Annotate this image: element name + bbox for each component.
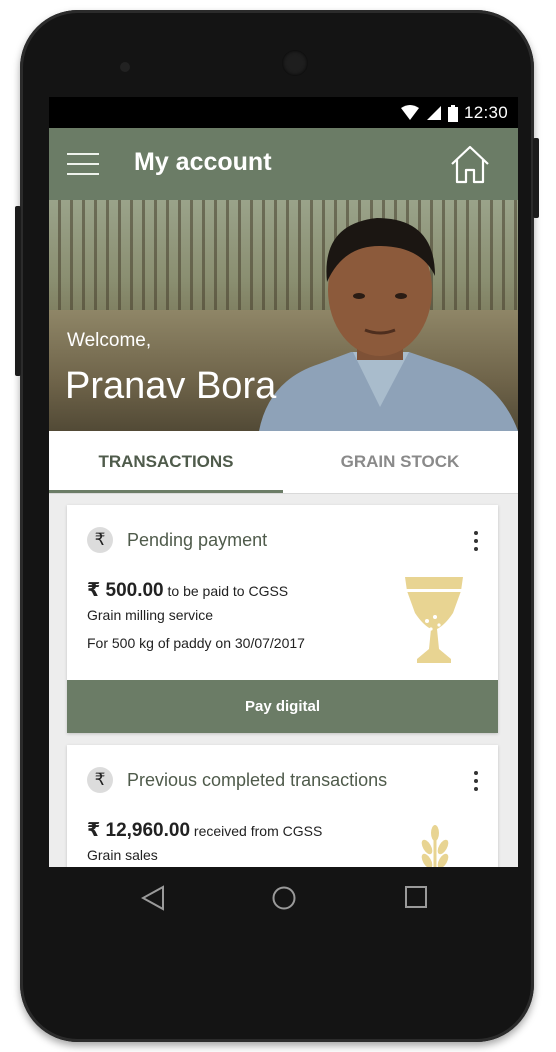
back-triangle-icon[interactable] — [141, 885, 165, 911]
home-circle-icon[interactable] — [271, 885, 297, 911]
pending-amount-line: ₹ 500.00 to be paid to CGSS — [87, 579, 288, 602]
completed-transactions-card: ₹ Previous completed transactions ₹ 12,9… — [67, 745, 498, 867]
user-name: Pranav Bora — [65, 365, 277, 407]
signal-icon — [426, 106, 441, 120]
more-options-icon[interactable] — [472, 531, 480, 555]
completed-card-header: ₹ Previous completed transactions — [87, 767, 387, 793]
pending-amount-suffix: to be paid to CGSS — [167, 583, 289, 599]
pay-digital-button[interactable]: Pay digital — [67, 680, 498, 733]
pending-card-header: ₹ Pending payment — [87, 527, 267, 553]
front-camera — [282, 50, 308, 76]
status-icons: 12:30 — [400, 103, 508, 123]
more-options-icon[interactable] — [472, 771, 480, 795]
completed-amount: ₹ 12,960.00 — [87, 820, 191, 841]
side-button-left — [15, 206, 21, 376]
tab-grain-stock[interactable]: GRAIN STOCK — [283, 431, 517, 493]
battery-icon — [447, 104, 458, 122]
completed-category: Grain sales — [87, 847, 158, 863]
pending-card-title: Pending payment — [127, 529, 268, 550]
wifi-icon — [400, 105, 419, 120]
completed-amount-suffix: received from CGSS — [193, 823, 323, 839]
grain-mill-icon — [405, 577, 463, 663]
pending-payment-card: ₹ Pending payment ₹ 500.00 to be paid to… — [67, 505, 498, 733]
completed-amount-line: ₹ 12,960.00 received from CGSS — [87, 819, 322, 842]
pending-amount: ₹ 500.00 — [87, 580, 164, 601]
page-title: My account — [134, 148, 272, 176]
welcome-label: Welcome, — [67, 330, 152, 351]
welcome-banner: Welcome, Pranav Bora — [49, 200, 518, 431]
screen: 12:30 My account Welcome, Pranav Bora TR… — [49, 97, 518, 867]
pending-detail: For 500 kg of paddy on 30/07/2017 — [87, 635, 305, 651]
tab-active-indicator — [49, 490, 283, 493]
system-navigation-bar — [49, 867, 518, 929]
tab-bar: TRANSACTIONS GRAIN STOCK — [49, 431, 518, 494]
rupee-icon: ₹ — [87, 767, 113, 793]
wheat-icon — [421, 825, 449, 867]
hamburger-menu-icon[interactable] — [67, 153, 99, 175]
completed-card-title: Previous completed transactions — [127, 769, 388, 790]
front-sensor — [120, 62, 130, 72]
tab-transactions[interactable]: TRANSACTIONS — [49, 431, 283, 493]
home-icon[interactable] — [448, 142, 492, 186]
pending-service: Grain milling service — [87, 607, 214, 623]
recents-square-icon[interactable] — [404, 885, 428, 909]
rupee-icon: ₹ — [87, 527, 113, 553]
side-button-right — [533, 138, 539, 218]
status-bar: 12:30 — [49, 97, 518, 128]
user-photo — [259, 218, 518, 431]
app-bar: My account — [49, 128, 518, 200]
status-time: 12:30 — [463, 103, 508, 122]
